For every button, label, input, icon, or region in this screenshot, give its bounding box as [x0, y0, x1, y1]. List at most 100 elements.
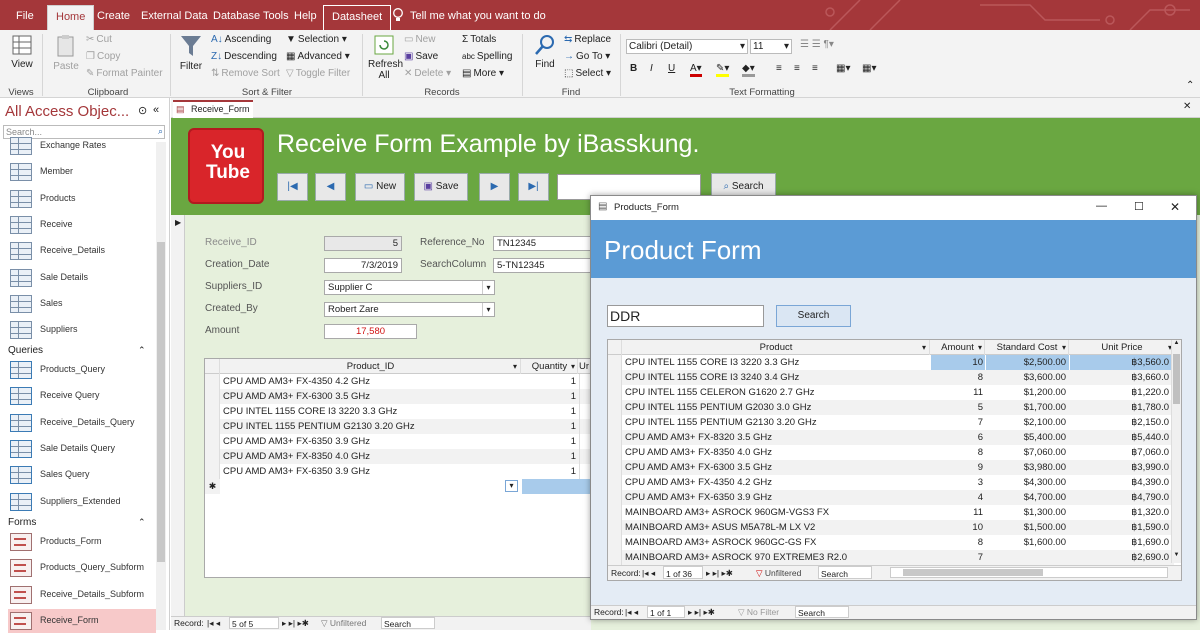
row-selector[interactable]: [608, 430, 622, 445]
horizontal-scrollbar[interactable]: [890, 567, 1168, 578]
save-button[interactable]: ▣ Save: [414, 173, 468, 201]
table-row[interactable]: CPU AMD AM3+ FX-4350 4.2 GHz 3 $4,300.00 ฿4…: [608, 475, 1174, 490]
tell-me-search[interactable]: Tell me what you want to do: [410, 0, 546, 30]
table-row[interactable]: CPU INTEL 1155 PENTIUM G2030 3.0 GHz 5 $1,…: [608, 400, 1174, 415]
cut-button[interactable]: ✂ Cut: [86, 34, 112, 45]
suppliers-id-combo[interactable]: Supplier C ▾: [324, 280, 495, 295]
tab-datasheet[interactable]: Datasheet: [323, 5, 392, 30]
unit-price-cell[interactable]: ฿1,320.0: [1070, 505, 1171, 520]
bold-button[interactable]: B: [630, 63, 637, 74]
first-record-icon[interactable]: |◂ ◂: [207, 617, 220, 630]
products-vertical-scrollbar[interactable]: ▲ ▼: [1171, 340, 1181, 563]
row-selector[interactable]: [608, 385, 622, 400]
quantity-cell[interactable]: 1: [522, 464, 578, 479]
standard-cost-cell[interactable]: $4,700.00: [986, 490, 1069, 505]
nav-item-suppliers[interactable]: Suppliers: [8, 318, 158, 342]
view-button[interactable]: View: [8, 34, 36, 70]
tab-receive-form[interactable]: ▤ Receive_Form: [173, 100, 253, 118]
record-position[interactable]: 1 of 1: [647, 606, 685, 618]
unit-price-cell[interactable]: ฿1,780.0: [1070, 400, 1171, 415]
col-amount[interactable]: Amount ▾: [931, 340, 985, 355]
amount-cell[interactable]: 11: [931, 385, 985, 400]
standard-cost-cell[interactable]: $5,400.00: [986, 430, 1069, 445]
standard-cost-cell[interactable]: $1,700.00: [986, 400, 1069, 415]
nav-item-exchange-rates[interactable]: Exchange Rates: [8, 134, 158, 158]
unit-price-cell[interactable]: ฿7,060.0: [1070, 445, 1171, 460]
nav-item-suppliers-extended[interactable]: Suppliers_Extended: [8, 490, 158, 514]
amount-cell[interactable]: 8: [931, 535, 985, 550]
font-select[interactable]: Calibri (Detail) ▾: [626, 39, 748, 54]
unit-price-cell[interactable]: ฿3,990.0: [1070, 460, 1171, 475]
goto-button[interactable]: → Go To ▾: [564, 51, 610, 62]
new-record-row[interactable]: ✱ ▾: [205, 479, 593, 494]
quantity-cell[interactable]: 1: [522, 404, 578, 419]
collapse-section-icon[interactable]: ⌃: [138, 517, 146, 528]
unit-price-cell[interactable]: ฿4,390.0: [1070, 475, 1171, 490]
record-search-input[interactable]: Search: [818, 566, 872, 579]
product-cell[interactable]: MAINBOARD AM3+ ASROCK 960GM-VGS3 FX: [625, 505, 930, 520]
table-row[interactable]: MAINBOARD AM3+ ASROCK 960GC-GS FX 8 $1,600…: [608, 535, 1174, 550]
chevron-down-icon[interactable]: ▾: [571, 359, 575, 374]
unit-price-cell[interactable]: ฿1,220.0: [1070, 385, 1171, 400]
table-row[interactable]: CPU INTEL 1155 PENTIUM G2130 3.20 GHz 7 $2…: [608, 415, 1174, 430]
chevron-down-icon[interactable]: ▾: [482, 281, 494, 294]
nav-item-member[interactable]: Member: [8, 160, 158, 184]
table-row[interactable]: CPU INTEL 1155 CORE I3 3220 3.3 GHz 10 $2,…: [608, 355, 1174, 370]
product-cell[interactable]: MAINBOARD AM3+ ASUS M5A78L-M LX V2: [625, 520, 930, 535]
product-id-cell[interactable]: CPU INTEL 1155 PENTIUM G2130 3.20 GHz: [223, 419, 519, 434]
row-selector[interactable]: [205, 404, 220, 419]
highlight-button[interactable]: ✎▾: [716, 63, 730, 77]
quantity-cell[interactable]: 1: [522, 449, 578, 464]
record-search-input[interactable]: Search: [381, 617, 435, 629]
new-button[interactable]: ▭ New: [355, 173, 405, 201]
close-icon[interactable]: ✕: [1170, 200, 1180, 214]
row-selector[interactable]: [608, 415, 622, 430]
scroll-up-icon[interactable]: ▲: [1172, 340, 1181, 346]
product-id-cell[interactable]: CPU AMD AM3+ FX-6350 3.9 GHz: [223, 464, 519, 479]
format-painter-button[interactable]: ✎ Format Painter: [86, 68, 163, 79]
product-id-cell[interactable]: CPU AMD AM3+ FX-8350 4.0 GHz: [223, 449, 519, 464]
row-selector[interactable]: [205, 464, 220, 479]
amount-cell[interactable]: 9: [931, 460, 985, 475]
table-row[interactable]: CPU AMD AM3+ FX-8350 4.0 GHz 1: [205, 449, 593, 464]
refresh-all-button[interactable]: Refresh All: [368, 34, 403, 81]
tab-file[interactable]: File: [16, 0, 34, 30]
spelling-button[interactable]: abc Spelling: [462, 51, 513, 62]
replace-button[interactable]: ⇆ Replace: [564, 34, 611, 45]
product-search-button[interactable]: Search: [776, 305, 851, 327]
nav-item-receive-details-subform[interactable]: Receive_Details_Subform: [8, 583, 158, 607]
amount-cell[interactable]: 8: [931, 445, 985, 460]
unit-price-cell[interactable]: ฿1,590.0: [1070, 520, 1171, 535]
row-selector[interactable]: [608, 445, 622, 460]
select-button[interactable]: ⬚ Select ▾: [564, 68, 611, 79]
collapse-section-icon[interactable]: ⌃: [138, 345, 146, 356]
scroll-down-icon[interactable]: ▼: [1172, 552, 1181, 558]
nav-item-receive-details[interactable]: Receive_Details: [8, 239, 158, 263]
amount-cell[interactable]: 5: [931, 400, 985, 415]
quantity-cell[interactable]: 1: [522, 374, 578, 389]
col-product-id[interactable]: Product_ID ▾: [221, 359, 521, 374]
product-id-cell[interactable]: CPU AMD AM3+ FX-4350 4.2 GHz: [223, 374, 519, 389]
nav-item-receive-form[interactable]: Receive_Form: [8, 608, 156, 633]
amount-cell[interactable]: 10: [931, 355, 985, 370]
nav-item-sale-details[interactable]: Sale Details: [8, 266, 158, 290]
row-selector[interactable]: [608, 400, 622, 415]
row-selector[interactable]: [608, 505, 622, 520]
collapse-nav-icon[interactable]: «: [153, 104, 159, 116]
table-row[interactable]: CPU INTEL 1155 PENTIUM G2130 3.20 GHz 1: [205, 419, 593, 434]
product-cell[interactable]: CPU INTEL 1155 PENTIUM G2130 3.20 GHz: [625, 415, 930, 430]
product-id-cell[interactable]: CPU AMD AM3+ FX-6350 3.9 GHz: [223, 434, 519, 449]
nav-menu-chevron-icon[interactable]: ⊙: [138, 104, 147, 117]
created-by-combo[interactable]: Robert Zare ▾: [324, 302, 495, 317]
unit-price-cell[interactable]: ฿2,690.0: [1070, 550, 1171, 565]
nav-item-receive-query[interactable]: Receive Query: [8, 384, 158, 408]
nav-item-receive[interactable]: Receive: [8, 213, 158, 237]
amount-cell[interactable]: 10: [931, 520, 985, 535]
chevron-down-icon[interactable]: ▾: [922, 340, 926, 355]
select-all-corner[interactable]: [205, 359, 220, 374]
amount-cell[interactable]: 6: [931, 430, 985, 445]
record-selector[interactable]: ▶: [171, 215, 185, 630]
italic-button[interactable]: I: [650, 63, 653, 74]
chevron-down-icon[interactable]: ▾: [978, 340, 982, 355]
unit-price-cell[interactable]: ฿2,150.0: [1070, 415, 1171, 430]
